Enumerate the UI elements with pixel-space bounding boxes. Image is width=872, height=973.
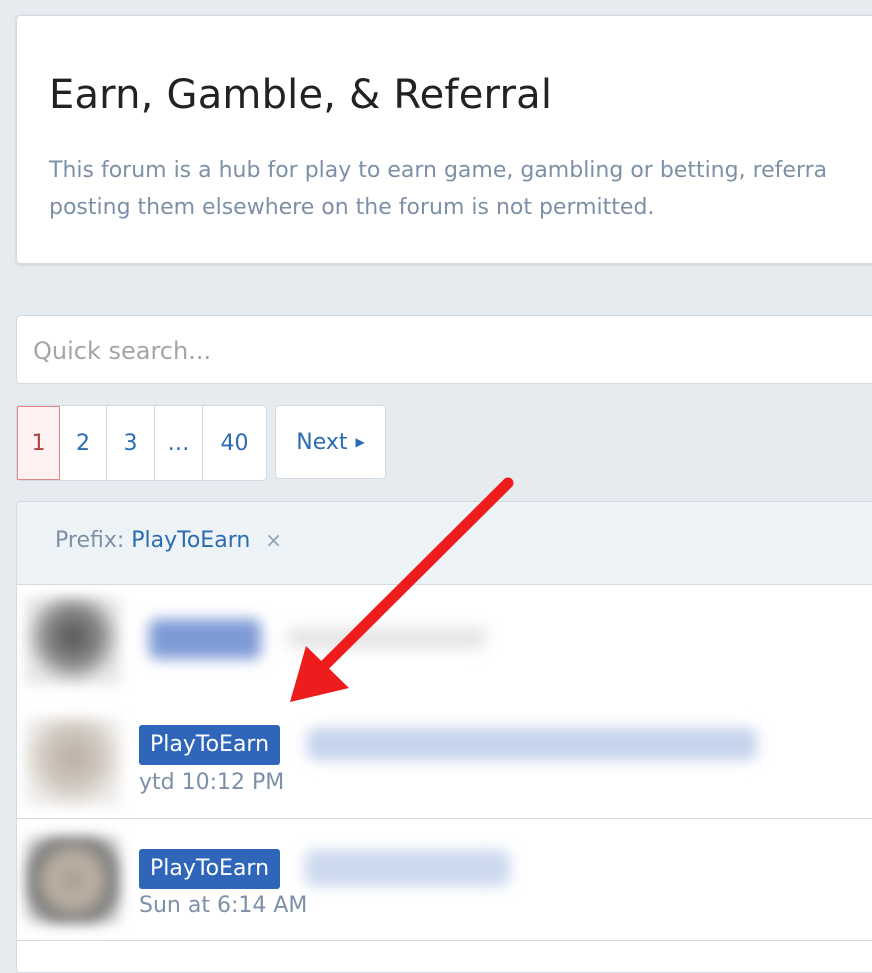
- avatar[interactable]: [25, 597, 121, 685]
- thread-row[interactable]: [17, 585, 872, 704]
- thread-time[interactable]: Sun at 6:14 AM: [139, 893, 307, 918]
- forum-description: This forum is a hub for play to earn gam…: [49, 152, 872, 226]
- forum-header: Earn, Gamble, & Referral This forum is a…: [16, 15, 872, 264]
- blurred-title: [305, 850, 510, 886]
- page-jump-button[interactable]: …: [155, 406, 203, 480]
- active-filter: Prefix: PlayToEarn ×: [55, 528, 282, 553]
- page-1-button[interactable]: 1: [17, 406, 60, 480]
- page-3-button[interactable]: 3: [107, 406, 155, 480]
- thread-row[interactable]: PlayToEarn ytd 10:12 PM: [17, 700, 872, 819]
- filter-bar: Prefix: PlayToEarn ×: [17, 502, 872, 585]
- blurred-title: [307, 728, 757, 760]
- forum-description-line: posting them elsewhere on the forum is n…: [49, 195, 655, 220]
- search-input[interactable]: [31, 316, 835, 385]
- filter-label: Prefix:: [55, 528, 125, 553]
- thread-row[interactable]: PlayToEarn Sun at 6:14 AM: [17, 822, 872, 941]
- thread-prefix-badge[interactable]: PlayToEarn: [139, 725, 281, 765]
- next-page-button[interactable]: Next ▶: [275, 405, 386, 479]
- next-label: Next: [296, 429, 348, 455]
- chevron-right-icon: ▶: [355, 435, 365, 449]
- thread-prefix-badge[interactable]: PlayToEarn: [139, 849, 281, 889]
- quick-search[interactable]: [16, 315, 872, 385]
- thread-time[interactable]: ytd 10:12 PM: [139, 770, 284, 795]
- avatar[interactable]: [25, 718, 121, 806]
- page-2-button[interactable]: 2: [60, 406, 107, 480]
- avatar[interactable]: [25, 836, 121, 924]
- remove-filter-icon[interactable]: ×: [265, 528, 282, 552]
- pagination: 1 2 3 … 40: [16, 405, 267, 481]
- page-40-button[interactable]: 40: [203, 406, 266, 480]
- forum-title: Earn, Gamble, & Referral: [49, 72, 553, 118]
- thread-list: Prefix: PlayToEarn × PlayToEarn ytd 10:1…: [16, 501, 872, 973]
- blurred-prefix: [149, 619, 261, 659]
- blurred-title: [287, 627, 487, 649]
- filter-value[interactable]: PlayToEarn: [131, 528, 250, 553]
- forum-description-line: This forum is a hub for play to earn gam…: [49, 158, 828, 183]
